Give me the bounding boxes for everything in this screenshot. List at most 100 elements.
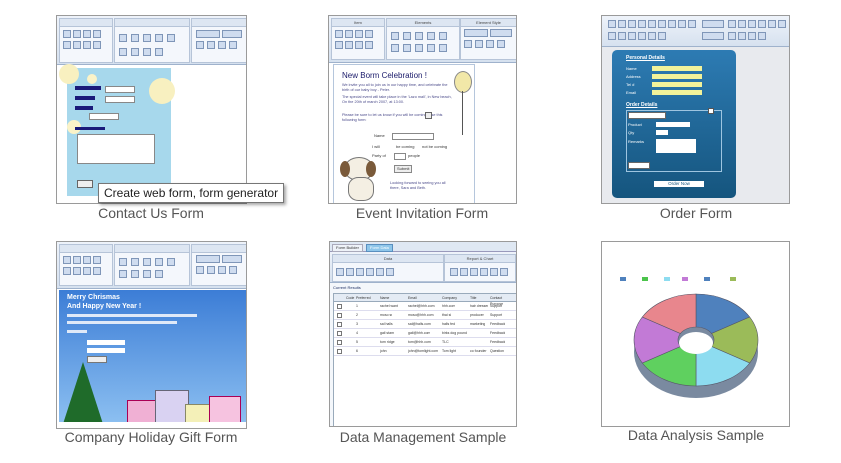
table-cell: sal@halls.com [408,322,431,326]
order-form-thumbnail[interactable]: Personal Details Name Address Tel # Emai… [601,15,790,204]
order-remarks-label: Remarks [628,139,645,144]
event-invitation-thumbnail[interactable]: Item Elements Element Style New Borm Cel… [328,15,517,204]
row-checkbox[interactable] [337,322,342,327]
table-cell: 6 [356,349,358,353]
submit-button[interactable]: Submit [394,165,413,173]
table-row[interactable]: 6 john john@tomlight.com Tom light co founde… [334,347,516,356]
table-cell: birks dog pound [442,331,467,335]
table-cell: hhh.com [442,304,456,308]
row-checkbox[interactable] [337,331,342,336]
table-cell: john [380,349,387,353]
panel-handle[interactable] [708,108,714,114]
column-header[interactable]: Company [442,295,457,301]
invitation-canvas: New Borm Celebration ! We invite you all… [333,64,475,203]
section-data: Data [333,255,443,263]
order-field-label-name: Name [626,66,637,71]
row-checkbox[interactable] [337,349,342,354]
order-address-input[interactable] [652,74,702,79]
table-cell: hair dresser [470,304,488,308]
order-now-button[interactable]: Order Now [654,181,704,187]
name-label: Name [374,133,385,138]
column-header[interactable]: Code [346,295,354,301]
form-builder-toolbar [57,242,246,289]
column-header[interactable]: Preferred [356,295,371,301]
table-cell: TLC [442,340,449,344]
personal-details-heading: Personal Details [626,55,665,61]
caption-event-invitation-form[interactable]: Event Invitation Form [292,205,552,221]
order-details-heading: Order Details [626,102,658,108]
order-form-panel: Personal Details Name Address Tel # Emai… [612,50,736,198]
order-product-input[interactable] [656,122,690,127]
contact-us-thumbnail[interactable] [56,15,247,204]
table-row[interactable]: 4 gail stam gail@hhh.com birks dog pound Fee… [334,329,516,338]
caption-data-analysis-sample[interactable]: Data Analysis Sample [566,427,826,443]
form-builder-toolbar [57,16,246,65]
order-product-label: Product [628,122,642,127]
data-grid: Code Preferred Name Email Company Title … [333,293,516,426]
order-remarks-input[interactable] [656,139,696,153]
caption-data-management-sample[interactable]: Data Management Sample [293,429,553,445]
order-qty-input[interactable] [656,130,668,135]
order-field-label-address: Address [626,74,641,79]
table-cell: gail stam [380,331,395,335]
tab-form-data[interactable]: Form Data [366,244,393,252]
holiday-canvas: Merry Chrismas And Happy New Year ! [59,290,246,428]
coming-option[interactable]: be coming [396,144,414,150]
order-field-label-tel: Tel # [626,82,635,87]
grid-header: Code Preferred Name Email Company Title … [334,294,516,306]
column-header[interactable]: Title [470,295,476,301]
table-cell: Feedback [490,331,506,335]
table-row[interactable]: 3 sal halls sal@halls.com halls fed marketin… [334,320,516,329]
table-cell: 4 [356,331,358,335]
table-row[interactable]: 5 tom ridge tom@hhh.com TLC Feedback [334,338,516,347]
form-builder-toolbar: Item Elements Element Style [329,16,516,63]
invitation-body-1: We invite you all to join us in our happ… [342,83,448,92]
data-management-thumbnail[interactable]: Form Builder Form Data Data Report & Cha… [329,241,517,427]
table-cell: rachel@hhh.com [408,304,435,308]
table-cell: tom ridge [380,340,395,344]
holiday-gift-thumbnail[interactable]: Merry Chrismas And Happy New Year ! [56,241,247,429]
column-header[interactable]: Email [408,295,417,301]
table-cell: tom@hhh.com [408,340,431,344]
data-analysis-thumbnail[interactable] [601,241,790,427]
table-cell: producer [470,313,484,317]
not-coming-option[interactable]: not be coming [422,144,447,150]
column-header[interactable]: Name [380,295,389,301]
name-field[interactable] [392,133,434,140]
row-checkbox[interactable] [337,340,342,345]
table-cell: moso@hhh.com [408,313,434,317]
table-cell: gail@hhh.com [408,331,431,335]
order-email-input[interactable] [652,90,702,95]
row-checkbox[interactable] [337,313,342,318]
table-row[interactable]: 2 moso sr moso@hhh.com thai si producer Suppo… [334,311,516,320]
table-cell: Tom light [442,349,457,353]
table-cell: Feedback [490,340,506,344]
party-field[interactable] [394,153,406,160]
table-cell: 3 [356,322,358,326]
invitation-body-3: Please be sure to let us know if you wil… [342,113,443,122]
caption-contact-us-form[interactable]: Contact Us Form [21,205,281,221]
order-add-button[interactable] [628,162,650,169]
will-label: I will [372,144,380,149]
invitation-body-2: The special event will take place in the… [342,95,452,104]
contact-form-canvas [59,64,175,196]
table-cell: marketing [470,322,486,326]
table-cell: halls fed [442,322,456,326]
caption-order-form[interactable]: Order Form [566,205,826,221]
table-cell: Question [490,349,505,353]
people-label: people [408,153,421,158]
row-checkbox[interactable] [337,304,342,309]
caption-company-holiday-gift-form[interactable]: Company Holiday Gift Form [21,429,281,445]
table-row[interactable]: 1 rachel want rachel@hhh.com hhh.com hair dr… [334,302,516,311]
table-cell: sal halls [380,322,393,326]
order-product-select[interactable] [628,112,666,119]
christmas-tree [63,362,103,424]
tab-form-builder[interactable]: Form Builder [332,244,363,252]
order-tel-input[interactable] [652,82,702,87]
holiday-greeting-line2: And Happy New Year ! [67,303,142,310]
table-cell: john@tomlight.com [408,349,439,353]
data-toolbar: Data Report & Chart [330,252,516,283]
table-cell: co founder [470,349,487,353]
order-name-input[interactable] [652,66,702,71]
canvas-handle[interactable] [425,112,432,119]
